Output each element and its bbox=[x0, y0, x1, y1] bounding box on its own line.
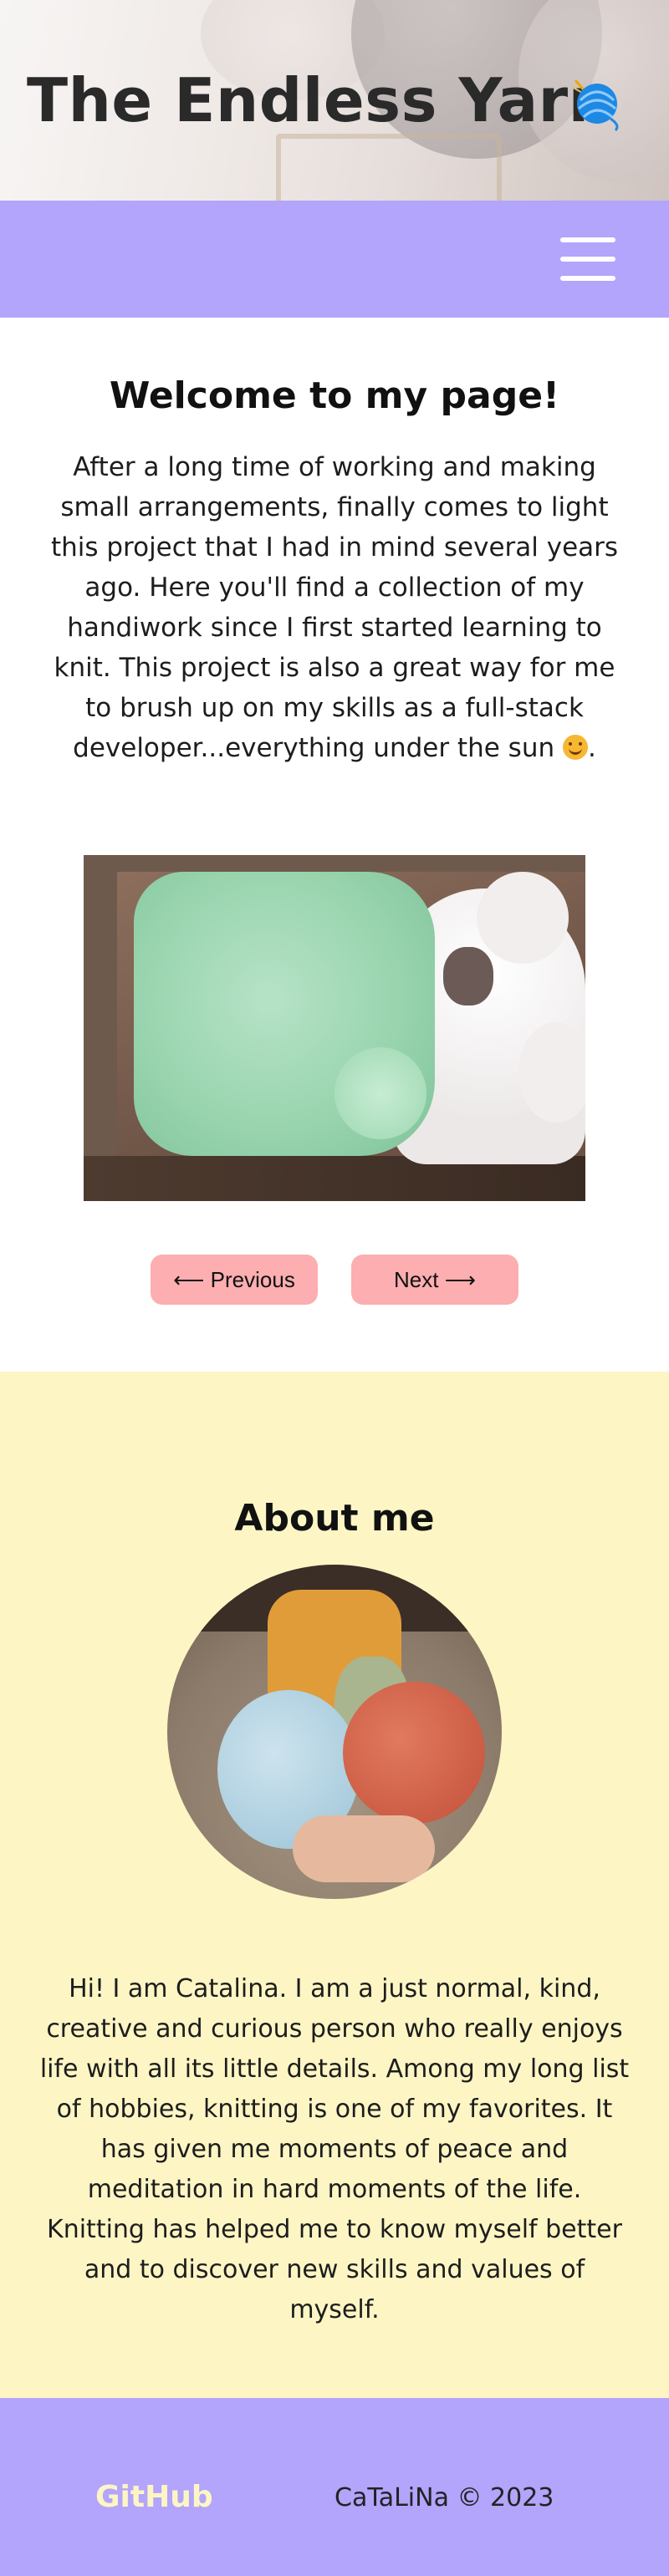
gallery-pager: ⟵ Previous Next ⟶ bbox=[0, 1255, 669, 1305]
yarn-ball-icon bbox=[571, 79, 619, 132]
about-portrait bbox=[167, 1565, 502, 1899]
welcome-section: Welcome to my page! After a long time of… bbox=[0, 318, 669, 1305]
site-header: The Endless Yarn bbox=[0, 0, 669, 201]
next-button[interactable]: Next ⟶ bbox=[351, 1255, 518, 1305]
hamburger-menu-icon[interactable] bbox=[560, 237, 615, 281]
nav-bar bbox=[0, 201, 669, 318]
welcome-heading: Welcome to my page! bbox=[109, 374, 560, 417]
welcome-paragraph: After a long time of working and making … bbox=[50, 452, 619, 763]
welcome-text-end: . bbox=[587, 733, 596, 763]
about-heading: About me bbox=[234, 1497, 435, 1540]
gallery-pompom bbox=[334, 1047, 426, 1139]
gallery-image bbox=[84, 855, 585, 1201]
smiling-face-icon bbox=[562, 735, 588, 760]
gallery-koala-ear bbox=[518, 1022, 585, 1123]
header-background-box bbox=[276, 134, 502, 201]
about-section: About me Hi! I am Catalina. I am a just … bbox=[0, 1372, 669, 2398]
github-link[interactable]: GitHub bbox=[95, 2480, 213, 2514]
portrait-red-yarn bbox=[343, 1682, 485, 1824]
about-text: Hi! I am Catalina. I am a just normal, k… bbox=[39, 1974, 630, 2324]
site-footer: GitHub CaTaLiNa © 2023 bbox=[0, 2398, 669, 2576]
site-title: The Endless Yarn bbox=[27, 65, 612, 135]
portrait-hands bbox=[293, 1815, 435, 1882]
welcome-text: After a long time of working and making … bbox=[0, 447, 669, 768]
copyright-text: CaTaLiNa © 2023 bbox=[334, 2483, 554, 2512]
gallery-koala-nose bbox=[443, 947, 493, 1005]
previous-button[interactable]: ⟵ Previous bbox=[151, 1255, 318, 1305]
gallery-koala-ear bbox=[477, 872, 569, 964]
